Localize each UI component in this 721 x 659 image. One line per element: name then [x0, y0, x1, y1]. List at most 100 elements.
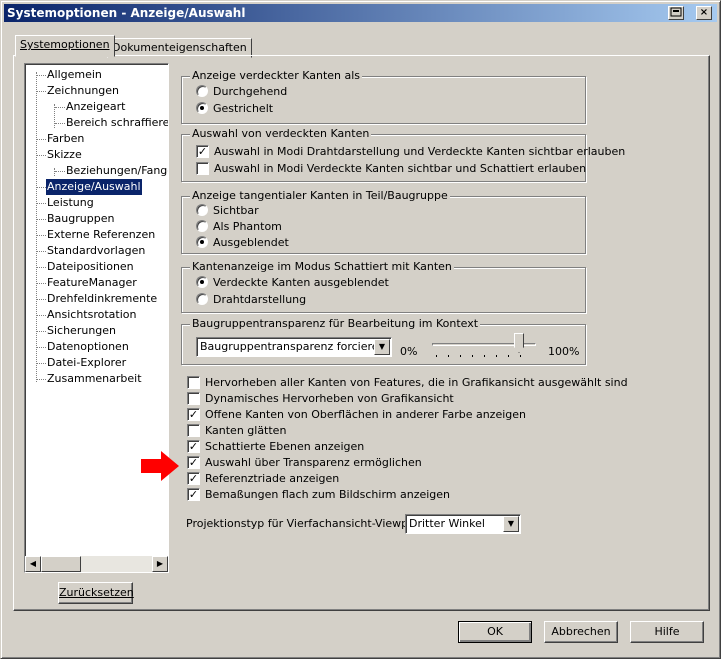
tree-item[interactable]: Datei-Explorer: [46, 355, 127, 371]
option-label: Auswahl über Transparenz ermöglichen: [205, 456, 422, 469]
select-value: Baugruppentransparenz forcieren: [200, 340, 386, 353]
option-label: Auswahl in Modi Verdeckte Kanten sichtba…: [214, 162, 587, 175]
tree-item[interactable]: Externe Referenzen: [46, 227, 156, 243]
checkbox-option[interactable]: ✓ Schattierte Ebenen anzeigen: [187, 439, 364, 456]
chevron-down-icon[interactable]: ▼: [374, 339, 390, 355]
tree-horizontal-scrollbar[interactable]: ◀ ▶: [25, 556, 168, 572]
cancel-button[interactable]: Abbrechen: [544, 621, 618, 643]
option-label: Verdeckte Kanten ausgeblendet: [213, 276, 389, 289]
option-label: Gestrichelt: [213, 102, 274, 115]
checkbox-select-wireframe[interactable]: ✓ Auswahl in Modi Drahtdarstellung und Ve…: [196, 144, 625, 161]
checkbox-option[interactable]: ✓ Referenztriade anzeigen: [187, 471, 340, 488]
transparency-slider[interactable]: [432, 333, 536, 359]
tree-item[interactable]: FeatureManager: [46, 275, 138, 291]
tree-line: [37, 139, 46, 140]
checkbox-option[interactable]: Kanten glätten: [187, 423, 287, 440]
tree-item[interactable]: Anzeigeart: [65, 99, 126, 115]
tree-item[interactable]: Baugruppen: [46, 211, 115, 227]
tree-item[interactable]: Beziehungen/Fangen: [65, 163, 168, 179]
tree-item[interactable]: Zusammenarbeit: [46, 371, 143, 387]
group-label: Kantenanzeige im Modus Schattiert mit Ka…: [190, 260, 454, 273]
radio-ausgeblendet[interactable]: Ausgeblendet: [196, 236, 289, 252]
tree-line: [37, 267, 46, 268]
tree-item[interactable]: Datenoptionen: [46, 339, 130, 355]
select-value: Dritter Winkel: [409, 517, 485, 530]
checkbox-option[interactable]: ✓ Bemaßungen flach zum Bildschirm anzeige…: [187, 487, 451, 504]
projection-label: Projektionstyp für Vierfachansicht-Viewp…: [186, 517, 428, 530]
tree-line: [37, 235, 46, 236]
option-label: Kanten glätten: [205, 424, 287, 437]
help-button[interactable]: Hilfe: [630, 621, 704, 643]
reset-button-label: Zurücksetzen: [59, 586, 134, 599]
checkbox-option[interactable]: ✓ Offene Kanten von Oberflächen in andere…: [187, 407, 526, 424]
option-label: Referenztriade anzeigen: [205, 472, 340, 485]
tree-line: [37, 299, 46, 300]
checkbox-select-shaded[interactable]: Auswahl in Modi Verdeckte Kanten sichtba…: [196, 161, 587, 178]
tree-line: [37, 219, 46, 220]
cancel-button-label: Abbrechen: [551, 625, 611, 638]
tree-item[interactable]: Sicherungen: [46, 323, 117, 339]
radio-drahtdarstellung[interactable]: Drahtdarstellung: [196, 293, 306, 309]
tree-item[interactable]: Bereich schraffieren/: [65, 115, 168, 131]
tree-line: [37, 155, 46, 156]
red-arrow-annotation: [141, 451, 179, 481]
chevron-down-icon[interactable]: ▼: [503, 516, 519, 532]
radio-indicator: [196, 204, 208, 216]
tree-item[interactable]: Standardvorlagen: [46, 243, 146, 259]
tree-item[interactable]: Drehfeldinkremente: [46, 291, 158, 307]
options-tree[interactable]: Allgemein Zeichnungen Anzeigeart Bereich sc…: [24, 63, 169, 573]
checkbox-option[interactable]: Dynamisches Hervorheben von Grafikansich…: [187, 391, 454, 408]
group-hidden-edges-display: Anzeige verdeckter Kanten als Durchgehen…: [181, 69, 586, 124]
tree-item[interactable]: Anzeige/Auswahl: [46, 179, 142, 195]
help-icon[interactable]: [668, 6, 684, 20]
radio-indicator: [196, 236, 208, 248]
scroll-left-icon[interactable]: ◀: [25, 556, 41, 572]
radio-indicator: [196, 293, 208, 305]
slider-thumb[interactable]: [514, 333, 524, 353]
option-label: Bemaßungen flach zum Bildschirm anzeigen: [205, 488, 451, 501]
scroll-right-icon[interactable]: ▶: [152, 556, 168, 572]
group-label: Auswahl von verdeckten Kanten: [190, 127, 372, 140]
scroll-thumb[interactable]: [41, 556, 81, 572]
tree-line: [36, 72, 37, 382]
radio-indicator: [196, 220, 208, 232]
check-indicator: ✓: [187, 487, 200, 501]
check-indicator: ✓: [187, 455, 200, 469]
tree-item[interactable]: Ansichtsrotation: [46, 307, 137, 323]
tree-item[interactable]: Leistung: [46, 195, 95, 211]
projection-select[interactable]: Dritter Winkel ▼: [405, 514, 521, 534]
radio-verdeckte-kanten-ausgeblendet[interactable]: Verdeckte Kanten ausgeblendet: [196, 276, 389, 292]
tree-line: [54, 168, 55, 176]
transparency-select[interactable]: Baugruppentransparenz forcieren ▼: [196, 337, 392, 357]
check-indicator: ✓: [196, 144, 209, 158]
tree-line: [37, 283, 46, 284]
tree-item[interactable]: Skizze: [46, 147, 83, 163]
tree-item[interactable]: Zeichnungen: [46, 83, 120, 99]
reset-button[interactable]: Zurücksetzen: [58, 582, 134, 604]
check-indicator: ✓: [187, 439, 200, 453]
checkbox-option[interactable]: ✓ Auswahl über Transparenz ermöglichen: [187, 455, 422, 472]
tree-item[interactable]: Farben: [46, 131, 85, 147]
option-label: Ausgeblendet: [213, 236, 289, 249]
group-label: Anzeige tangentialer Kanten in Teil/Baug…: [190, 189, 450, 202]
tab-label: Dokumenteigenschaften: [112, 41, 247, 54]
group-label: Baugruppentransparenz für Bearbeitung im…: [190, 317, 481, 330]
option-label: Als Phantom: [213, 220, 282, 233]
tree-line: [37, 251, 46, 252]
group-hidden-edges-selection: Auswahl von verdeckten Kanten ✓ Auswahl i…: [181, 127, 625, 182]
checkbox-option[interactable]: Hervorheben aller Kanten von Features, d…: [187, 375, 628, 392]
radio-gestrichelt[interactable]: Gestrichelt: [196, 102, 273, 118]
tree-line: [37, 363, 46, 364]
ok-button[interactable]: OK: [458, 621, 532, 643]
radio-sichtbar[interactable]: Sichtbar: [196, 204, 259, 220]
close-icon[interactable]: ×: [696, 6, 712, 20]
tree-item[interactable]: Dateipositionen: [46, 259, 135, 275]
tree-line: [37, 315, 46, 316]
radio-als-phantom[interactable]: Als Phantom: [196, 220, 282, 236]
option-label: Offene Kanten von Oberflächen in anderer…: [205, 408, 526, 421]
tab-systemoptionen[interactable]: Systemoptionen: [15, 35, 115, 57]
tree-item[interactable]: Allgemein: [46, 67, 103, 83]
group-shaded-edges: Kantenanzeige im Modus Schattiert mit Ka…: [181, 260, 586, 313]
radio-durchgehend[interactable]: Durchgehend: [196, 85, 287, 101]
tree-line: [55, 123, 65, 124]
